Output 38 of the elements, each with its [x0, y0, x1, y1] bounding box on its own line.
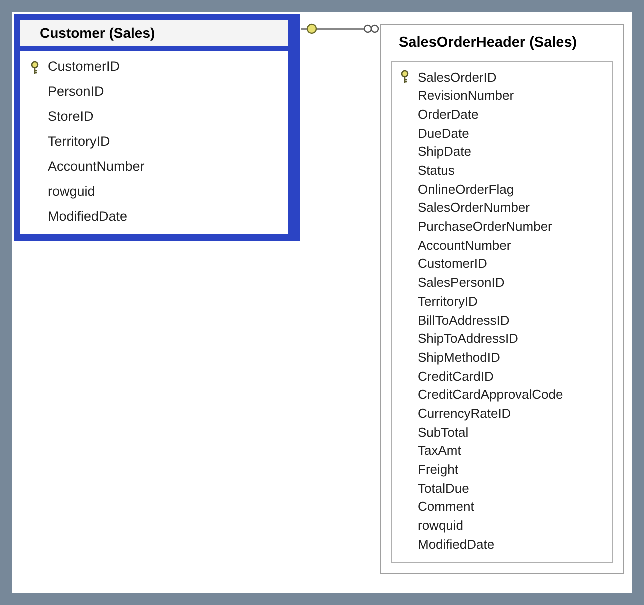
column-name: CustomerID — [48, 58, 120, 76]
column-name: ShipDate — [418, 143, 472, 162]
column-name: Comment — [418, 498, 474, 516]
table-box[interactable]: Customer (Sales) CustomerID PersonID StoreID TerritoryID AccountNumber rowguid ModifiedDate — [14, 14, 300, 241]
column-name: rowguid — [48, 183, 96, 202]
column-name: TerritoryID — [48, 133, 110, 152]
column-name: ModifiedDate — [418, 536, 495, 554]
column-name: TotalDue — [418, 480, 470, 498]
column-name: OrderDate — [418, 106, 479, 124]
column-name: AccountNumber — [48, 158, 145, 176]
key-icon — [400, 70, 410, 84]
column-name: StoreID — [48, 108, 94, 126]
table-title: Customer (Sales) — [20, 20, 288, 46]
column-name: Freight — [418, 461, 458, 480]
column-name: CurrencyRateID — [418, 404, 512, 423]
column-name: AccountNumber — [418, 236, 512, 255]
key-icon — [30, 60, 40, 74]
column-name: ShipMethodID — [418, 348, 500, 367]
column-name: SalesPersonID — [418, 274, 505, 292]
column-name: DueDate — [418, 124, 470, 143]
column-name: CreditCardApprovalCode — [418, 386, 564, 404]
column-name: TaxAmt — [418, 442, 462, 460]
table-box[interactable] — [380, 24, 624, 574]
column-name: RevisionNumber — [418, 87, 514, 106]
column-name: PersonID — [48, 83, 104, 102]
column-name: CreditCardID — [418, 368, 494, 386]
column-name: rowquid — [418, 517, 464, 536]
column-name: ShipToAddressID — [418, 330, 518, 348]
column-name: SalesOrderID — [418, 68, 497, 87]
column-name: SalesOrderNumber — [418, 199, 530, 218]
column-name: BillToAddressID — [418, 312, 510, 330]
column-name: OnlineOrderFlag — [418, 180, 514, 199]
column-name: TerritoryID — [418, 292, 478, 311]
column-name: PurchaseOrderNumber — [418, 218, 552, 236]
column-name: CustomerID — [418, 255, 488, 274]
column-name: SubTotal — [418, 424, 469, 442]
column-name: ModifiedDate — [48, 208, 128, 226]
column-name: Status — [418, 162, 455, 180]
